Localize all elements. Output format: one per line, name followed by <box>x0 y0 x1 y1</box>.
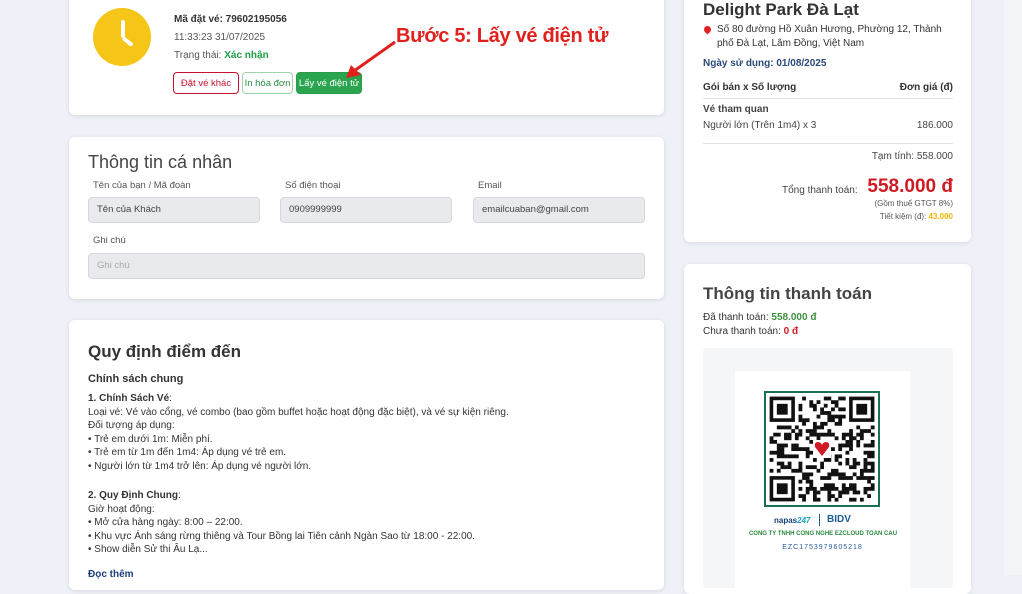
paid-value: 558.000 đ <box>771 312 817 323</box>
policy-s1-line: • Người lớn từ 1m4 trở lên: Áp dụng vé n… <box>88 460 312 472</box>
policy-s1-line: • Trẻ em dưới 1m: Miễn phí. <box>88 433 213 445</box>
policy-section-2: 2. Quy Định Chung: Giờ hoạt động: • Mở c… <box>88 489 475 557</box>
policy-section-1: 1. Chính Sách Vé: Loại vé: Vé vào cổng, … <box>88 392 509 474</box>
name-label: Tên của bạn / Mã đoàn <box>93 180 191 191</box>
park-name: Delight Park Đà Lạt <box>703 0 859 19</box>
saving-line: Tiết kiệm (đ): 43.000 <box>880 212 953 221</box>
policy-s2-heading: 2. Quy Định Chung: <box>88 490 181 501</box>
order-summary-card: Delight Park Đà Lạt Số 80 đường Hồ Xuân … <box>684 0 971 242</box>
logo-divider <box>819 514 820 526</box>
policy-s1-heading: 1. Chính Sách Vé: <box>88 393 172 404</box>
personal-info-title: Thông tin cá nhân <box>88 152 233 172</box>
policy-s1-line: • Trẻ em từ 1m đến 1m4: Áp dụng vé trẻ e… <box>88 447 287 459</box>
email-label: Email <box>478 180 502 191</box>
status-badge: Xác nhận <box>224 50 269 61</box>
book-another-button[interactable]: Đặt vé khác <box>173 72 239 94</box>
status-label: Trạng thái: <box>174 50 225 61</box>
qr-card: napas247 BIDV CONG TY TNHH CONG NGHE EZC… <box>735 371 910 591</box>
qr-pattern-icon <box>769 396 875 502</box>
annotation-arrow-icon <box>346 40 396 78</box>
paid-label: Đã thanh toán: <box>703 312 772 323</box>
unpaid-value: 0 đ <box>783 326 799 337</box>
booking-status: Trạng thái: Xác nhận <box>174 50 269 61</box>
policy-s1-line: Đối tượng áp dụng: <box>88 420 175 432</box>
vat-note: (Gồm thuế GTGT 8%) <box>874 199 953 208</box>
payment-info-card: Thông tin thanh toán Đã thanh toán: 558.… <box>684 264 971 594</box>
item-group: Vé tham quan <box>703 104 769 115</box>
bidv-logo: BIDV <box>827 514 851 525</box>
personal-info-card: Thông tin cá nhân Tên của bạn / Mã đoàn … <box>69 137 664 299</box>
scrollbar-track[interactable] <box>1004 0 1022 575</box>
total-value: 558.000 đ <box>867 176 953 197</box>
divider <box>703 143 953 144</box>
paid-line: Đã thanh toán: 558.000 đ <box>703 312 816 323</box>
use-date: Ngày sử dụng: 01/08/2025 <box>703 58 827 69</box>
policy-s2-line: • Show diễn Sử thi Âu Lạ... <box>88 544 208 556</box>
note-field[interactable]: Ghi chú <box>88 253 645 279</box>
policy-subtitle: Chính sách chung <box>88 373 184 385</box>
destination-policy-card: Quy định điểm đến Chính sách chung 1. Ch… <box>69 320 664 590</box>
item-price: 186.000 <box>916 120 953 131</box>
subtotal: Tạm tính: 558.000 <box>871 151 953 162</box>
payment-reference: EZC1753979605218 <box>782 544 863 551</box>
booking-code: Mã đặt vé: 79602195056 <box>174 14 287 25</box>
policy-s2-line: • Khu vực Ánh sáng rừng thiêng và Tour B… <box>88 530 475 542</box>
unpaid-line: Chưa thanh toán: 0 đ <box>703 326 798 337</box>
policy-s2-line: • Mở cửa hàng ngày: 8:00 – 22:00. <box>88 517 243 529</box>
col-package-header: Gói bán x Số lượng <box>703 82 797 93</box>
park-address: Số 80 đường Hồ Xuân Hương, Phường 12, Th… <box>717 24 942 49</box>
unpaid-label: Chưa thanh toán: <box>703 326 784 337</box>
payee-company: CONG TY TNHH CONG NGHE EZCLOUD TOAN CAU <box>748 531 898 537</box>
saving-label: Tiết kiệm (đ): <box>879 212 929 221</box>
booking-datetime: 11:33:23 31/07/2025 <box>174 32 266 43</box>
name-field[interactable]: Tên của Khách <box>88 197 260 223</box>
qr-panel: napas247 BIDV CONG TY TNHH CONG NGHE EZC… <box>703 348 953 591</box>
location-pin-icon <box>702 24 713 35</box>
policy-title: Quy định điểm đến <box>88 342 242 361</box>
note-placeholder: Ghi chú <box>97 260 130 271</box>
saving-value: 43.000 <box>928 212 953 221</box>
step-annotation: Bước 5: Lấy vé điện tử <box>396 25 609 47</box>
clock-icon <box>93 8 151 66</box>
email-field[interactable]: emailcuaban@gmail.com <box>473 197 645 223</box>
divider <box>703 98 953 99</box>
napas-logo: napas247 <box>774 516 811 525</box>
note-label: Ghi chú <box>93 235 126 246</box>
policy-s1-line: Loại vé: Vé vào cổng, vé combo (bao gồm … <box>88 406 509 418</box>
item-name: Người lớn (Trên 1m4) x 3 <box>703 120 817 131</box>
total-label: Tổng thanh toán: <box>782 185 858 196</box>
payment-title: Thông tin thanh toán <box>703 284 873 303</box>
qr-code <box>764 391 880 507</box>
col-price-header: Đơn giá (đ) <box>899 82 953 93</box>
print-invoice-button[interactable]: In hóa đơn <box>242 72 293 94</box>
phone-label: Số điện thoại <box>285 180 341 191</box>
policy-s2-line: Giờ hoạt động: <box>88 503 155 515</box>
phone-field[interactable]: 0909999999 <box>280 197 452 223</box>
